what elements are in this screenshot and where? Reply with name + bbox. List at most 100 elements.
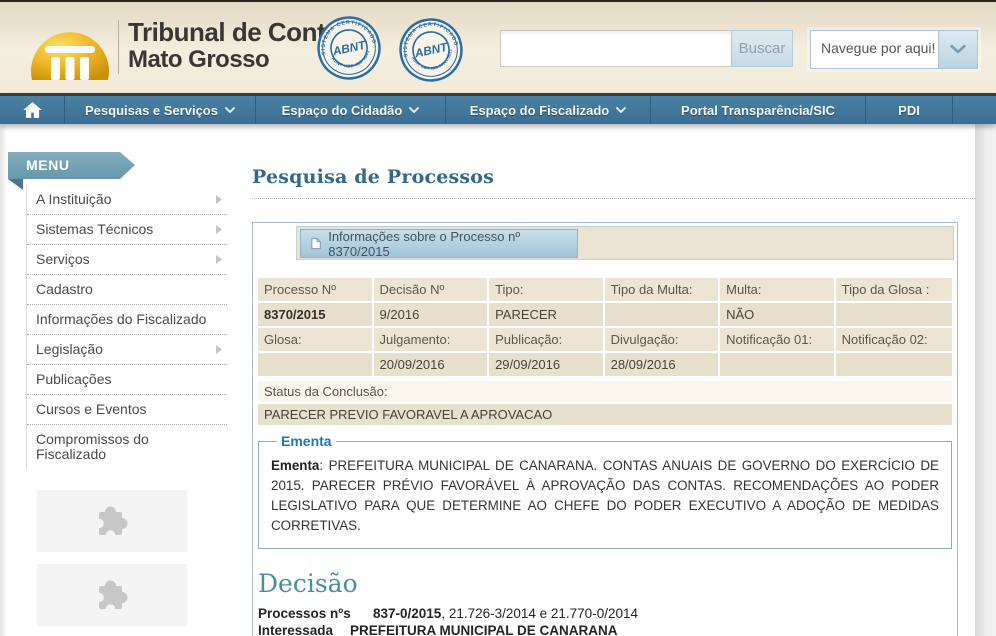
table-row: 20/09/2016 29/09/2016 28/09/2016 xyxy=(258,353,952,376)
sidebar-item-label: Cadastro xyxy=(36,281,93,297)
decision-line-label: Processos nºs xyxy=(258,606,373,622)
sidebar-menu: A Instituição Sistemas Técnicos Serviços… xyxy=(26,185,227,469)
tce-dome-logo-icon[interactable] xyxy=(28,8,112,86)
navigate-dropdown-label: Navegue por aqui! xyxy=(811,31,938,68)
sidebar-item-cursos-e-eventos[interactable]: Cursos e Eventos xyxy=(27,395,227,425)
table-header-cell: Glosa: xyxy=(258,328,372,351)
nav-item-label: Espaço do Cidadão xyxy=(282,103,403,118)
page-title: Pesquisa de Processos xyxy=(252,166,494,188)
puzzle-icon xyxy=(92,575,132,615)
sidebar-item-compromissos-do-fiscalizado[interactable]: Compromissos do Fiscalizado xyxy=(27,425,227,469)
chevron-down-icon xyxy=(950,45,966,54)
page-root: Tribunal de Contas Mato Grosso SISTEMA C… xyxy=(0,0,996,636)
nav-espaco-do-fiscalizado[interactable]: Espaço do Fiscalizado xyxy=(445,96,650,124)
site-search: Buscar xyxy=(500,30,793,67)
sidebar-item-label: Serviços xyxy=(36,251,90,267)
table-value-cell xyxy=(720,353,834,376)
ementa-text-label: Ementa xyxy=(271,458,319,473)
abnt-seal-iso50001-icon: SISTEMA CERTIFICADO ABNT NBR ISO 50001:2… xyxy=(391,8,471,92)
nav-item-label: PDI xyxy=(898,103,920,118)
nav-item-label: Portal Transparência/SIC xyxy=(681,103,835,118)
table-value-cell: PARECER xyxy=(489,303,603,326)
table-header-cell: Julgamento: xyxy=(374,328,488,351)
nav-item-label: Espaço do Fiscalizado xyxy=(470,103,609,118)
main-navbar: Pesquisas e Serviços Espaço do Cidadão E… xyxy=(0,93,996,124)
submenu-arrow-icon xyxy=(216,345,222,354)
decision-line-processos: Processos nºs 837-0/2015, 21.726-3/2014 … xyxy=(258,606,954,622)
dropdown-chevron-button[interactable] xyxy=(938,31,977,68)
chevron-down-icon xyxy=(616,107,626,113)
table-value-cell xyxy=(605,303,719,326)
tab-label: Informações sobre o Processo nº 8370/201… xyxy=(328,229,567,259)
table-header-cell: Notificação 01: xyxy=(720,328,834,351)
navigate-dropdown[interactable]: Navegue por aqui! xyxy=(810,30,978,69)
decision-line-value: PREFEITURA MUNICIPAL DE CANARANA xyxy=(350,623,618,636)
sidebar-item-cadastro[interactable]: Cadastro xyxy=(27,275,227,305)
table-row: 8370/2015 9/2016 PARECER NÃO xyxy=(258,303,952,326)
sidebar-item-label: Informações do Fiscalizado xyxy=(36,311,206,327)
sidebar-item-label: Sistemas Técnicos xyxy=(36,221,153,237)
decision-line-label: Interessada xyxy=(258,623,350,636)
page-right-shadow xyxy=(975,124,996,636)
sidebar-item-sistemas-tecnicos[interactable]: Sistemas Técnicos xyxy=(27,215,227,245)
nav-espaco-do-cidadao[interactable]: Espaço do Cidadão xyxy=(255,96,445,124)
ementa-text: Ementa: PREFEITURA MUNICIPAL DE CANARANA… xyxy=(271,456,939,536)
logo-divider xyxy=(118,20,119,74)
table-header-cell: Notificação 02: xyxy=(836,328,952,351)
sidebar-item-label: A Instituição xyxy=(36,191,112,207)
table-row: Processo Nº Decisão Nº Tipo: Tipo da Mul… xyxy=(258,278,952,301)
puzzle-icon xyxy=(92,501,132,541)
table-value-cell: 20/09/2016 xyxy=(374,353,488,376)
table-header-cell: Processo Nº xyxy=(258,278,372,301)
document-icon xyxy=(311,237,321,250)
search-input[interactable] xyxy=(500,30,731,67)
sidebar-item-a-instituicao[interactable]: A Instituição xyxy=(27,185,227,215)
sidebar-item-label: Compromissos do Fiscalizado xyxy=(36,431,149,462)
sidebar-item-servicos[interactable]: Serviços xyxy=(27,245,227,275)
ementa-fieldset: Ementa Ementa: PREFEITURA MUNICIPAL DE C… xyxy=(258,433,952,549)
sidebar-banner-placeholder-2[interactable] xyxy=(37,564,187,626)
site-header: Tribunal de Contas Mato Grosso SISTEMA C… xyxy=(0,0,996,94)
nav-pdi[interactable]: PDI xyxy=(865,96,952,124)
sidebar-item-informacoes-do-fiscalizado[interactable]: Informações do Fiscalizado xyxy=(27,305,227,335)
table-header-cell: Divulgação: xyxy=(605,328,719,351)
tab-process-info[interactable]: Informações sobre o Processo nº 8370/201… xyxy=(300,229,578,258)
ementa-legend: Ementa xyxy=(277,433,336,449)
nav-filler xyxy=(952,96,996,124)
process-panel: Informações sobre o Processo nº 8370/201… xyxy=(252,222,958,636)
sidebar-item-legislacao[interactable]: Legislação xyxy=(27,335,227,365)
title-divider xyxy=(252,198,975,199)
page-left-shadow xyxy=(0,124,7,636)
decision-lines: Processos nºs 837-0/2015, 21.726-3/2014 … xyxy=(258,606,954,636)
submenu-arrow-icon xyxy=(216,225,222,234)
sidebar-item-label: Publicações xyxy=(36,371,112,387)
tab-strip: Informações sobre o Processo nº 8370/201… xyxy=(296,226,954,260)
table-value-cell xyxy=(836,303,952,326)
menu-banner: MENU xyxy=(8,152,135,179)
nav-pesquisas-e-servicos[interactable]: Pesquisas e Serviços xyxy=(64,96,255,124)
decision-line-interessada: Interessada PREFEITURA MUNICIPAL DE CANA… xyxy=(258,623,954,636)
sidebar-banner-placeholder-1[interactable] xyxy=(37,490,187,552)
decision-line-value: , 21.726-3/2014 e 21.770-0/2014 xyxy=(441,606,638,621)
decision-heading: Decisão xyxy=(258,569,954,598)
search-button[interactable]: Buscar xyxy=(731,30,793,67)
table-header-cell: Publicação: xyxy=(489,328,603,351)
table-header-cell: Tipo: xyxy=(489,278,603,301)
table-header-cell: Multa: xyxy=(720,278,834,301)
table-header-cell: Decisão Nº xyxy=(374,278,488,301)
sidebar-item-publicacoes[interactable]: Publicações xyxy=(27,365,227,395)
table-value-cell: 8370/2015 xyxy=(258,303,372,326)
table-value-cell: 28/09/2016 xyxy=(605,353,719,376)
submenu-arrow-icon xyxy=(216,195,222,204)
nav-item-label: Pesquisas e Serviços xyxy=(85,103,218,118)
status-label: Status da Conclusão: xyxy=(258,381,952,402)
table-value-cell: NÃO xyxy=(720,303,834,326)
decision-line-value: 837-0/2015 xyxy=(373,606,441,621)
top-border xyxy=(0,0,996,2)
submenu-arrow-icon xyxy=(216,255,222,264)
chevron-down-icon xyxy=(225,107,235,113)
nav-portal-transparencia[interactable]: Portal Transparência/SIC xyxy=(650,96,865,124)
table-header-cell: Tipo da Glosa : xyxy=(836,278,952,301)
nav-home[interactable] xyxy=(0,96,64,124)
ementa-text-body: : PREFEITURA MUNICIPAL DE CANARANA. CONT… xyxy=(271,458,939,533)
